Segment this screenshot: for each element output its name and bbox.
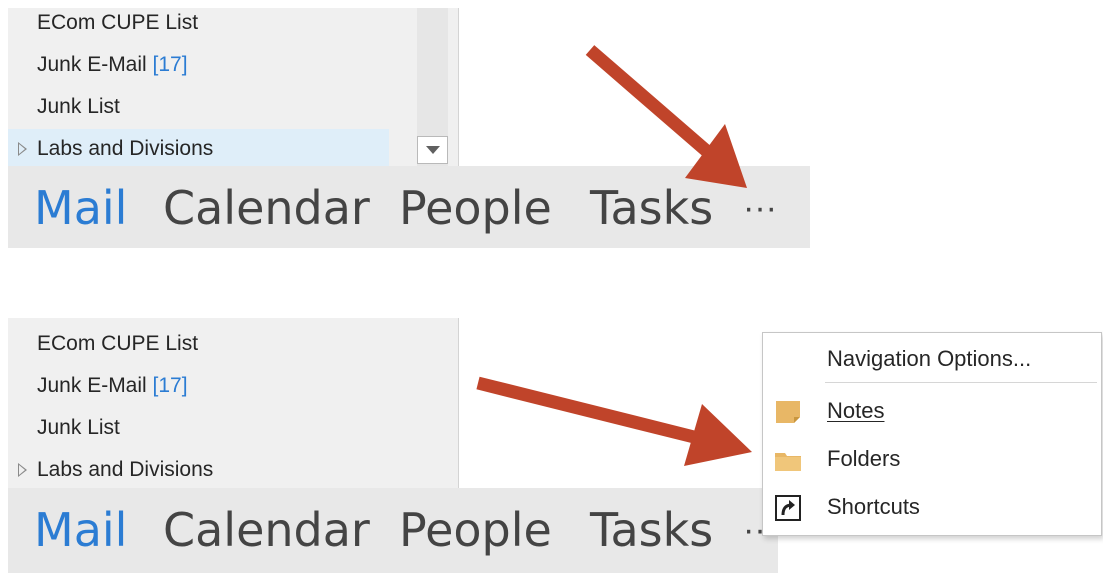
nav-people[interactable]: People bbox=[399, 180, 552, 236]
folder-item-ecom-cupe-list[interactable]: ECom CUPE List bbox=[8, 324, 389, 364]
menu-item-notes[interactable]: Notes bbox=[763, 387, 1101, 435]
folder-pane: ECom CUPE List Junk E-Mail [17] Junk Lis… bbox=[8, 8, 459, 166]
shortcut-icon bbox=[775, 495, 801, 521]
nav-tasks[interactable]: Tasks bbox=[590, 180, 713, 236]
nav-tasks[interactable]: Tasks bbox=[590, 502, 713, 558]
navigation-bar: Mail Calendar People Tasks ··· bbox=[8, 488, 778, 573]
folder-name: Junk List bbox=[37, 416, 120, 439]
menu-item-label: Notes bbox=[827, 398, 885, 423]
unread-count: [17] bbox=[152, 53, 188, 76]
folder-item-junk-email[interactable]: Junk E-Mail [17] bbox=[8, 45, 389, 85]
nav-people[interactable]: People bbox=[399, 502, 552, 558]
note-icon bbox=[776, 401, 800, 423]
folder-name: ECom CUPE List bbox=[37, 11, 199, 34]
menu-item-label: Shortcuts bbox=[827, 494, 920, 519]
menu-item-shortcuts[interactable]: Shortcuts bbox=[763, 483, 1101, 531]
menu-separator bbox=[825, 382, 1097, 383]
menu-item-label: Navigation Options... bbox=[827, 346, 1032, 371]
unread-count: [17] bbox=[152, 374, 188, 397]
folder-name: ECom CUPE List bbox=[37, 332, 199, 355]
navigation-more-menu: Navigation Options... Notes Folders Shor… bbox=[762, 332, 1102, 536]
folder-name: Junk E-Mail bbox=[37, 374, 147, 397]
nav-calendar[interactable]: Calendar bbox=[163, 180, 370, 236]
nav-calendar[interactable]: Calendar bbox=[163, 502, 370, 558]
menu-item-navigation-options[interactable]: Navigation Options... bbox=[763, 335, 1101, 383]
folder-item-junk-list[interactable]: Junk List bbox=[8, 87, 389, 127]
menu-item-label: Folders bbox=[827, 446, 901, 471]
folder-item-labs-and-divisions[interactable]: Labs and Divisions bbox=[8, 129, 389, 166]
chevron-down-icon bbox=[426, 146, 440, 154]
more-options-button[interactable]: ··· bbox=[743, 180, 777, 236]
folder-icon bbox=[775, 453, 801, 471]
folder-name: Labs and Divisions bbox=[37, 458, 214, 481]
reading-area bbox=[459, 8, 810, 166]
folder-item-junk-email[interactable]: Junk E-Mail [17] bbox=[8, 366, 389, 406]
folder-pane: ECom CUPE List Junk E-Mail [17] Junk Lis… bbox=[8, 318, 459, 488]
menu-item-folders[interactable]: Folders bbox=[763, 435, 1101, 483]
navigation-bar: Mail Calendar People Tasks ··· bbox=[8, 166, 810, 248]
folder-item-junk-list[interactable]: Junk List bbox=[8, 408, 389, 448]
scroll-down-button[interactable] bbox=[417, 136, 448, 164]
folder-name: Junk E-Mail bbox=[37, 53, 147, 76]
folder-item-labs-and-divisions[interactable]: Labs and Divisions bbox=[8, 450, 458, 488]
outlook-panel-before: ECom CUPE List Junk E-Mail [17] Junk Lis… bbox=[8, 8, 810, 248]
nav-mail[interactable]: Mail bbox=[34, 180, 127, 236]
triangle-right-icon[interactable] bbox=[18, 142, 27, 156]
folder-item-ecom-cupe-list[interactable]: ECom CUPE List bbox=[8, 8, 389, 43]
nav-mail[interactable]: Mail bbox=[34, 502, 127, 558]
triangle-right-icon[interactable] bbox=[18, 463, 27, 477]
folder-name: Labs and Divisions bbox=[37, 137, 214, 160]
folder-name: Junk List bbox=[37, 95, 120, 118]
